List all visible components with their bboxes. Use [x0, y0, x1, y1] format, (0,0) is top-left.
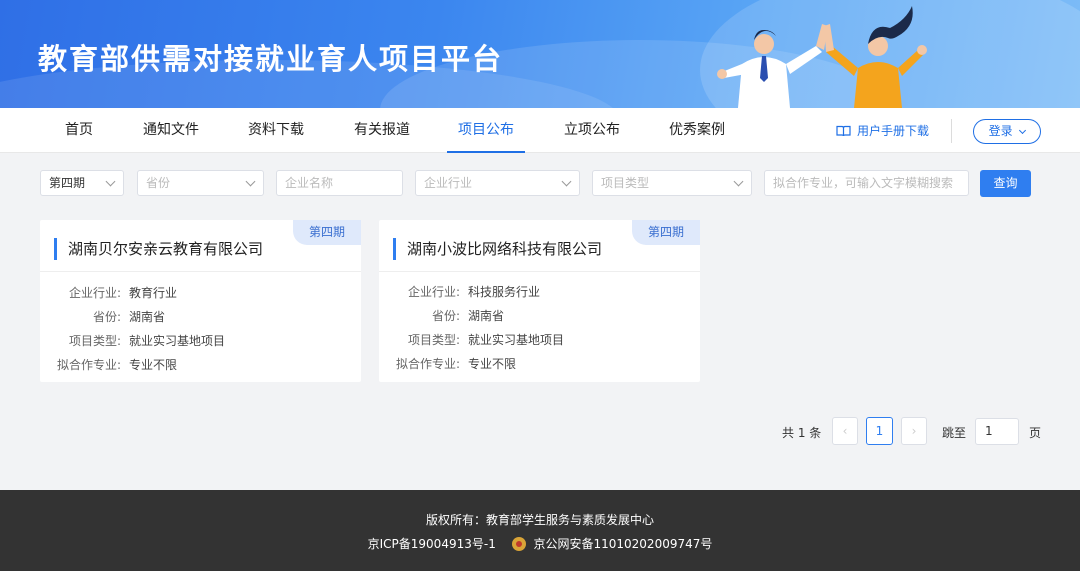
company-name-input[interactable]: 企业名称: [276, 170, 403, 196]
row-label: 项目类型:: [407, 333, 460, 347]
nav-reports[interactable]: 有关报道: [353, 108, 411, 153]
nav-notices[interactable]: 通知文件: [142, 108, 200, 153]
next-page-button[interactable]: ›: [901, 417, 927, 445]
police-record-link[interactable]: 京公网安备11010202009747号: [533, 537, 712, 551]
industry-select-placeholder: 企业行业: [424, 176, 473, 190]
row-value: 湖南省: [129, 310, 166, 324]
company-name[interactable]: 湖南小波比网络科技有限公司: [393, 238, 602, 260]
company-name-placeholder: 企业名称: [285, 176, 334, 190]
login-label: 登录: [988, 124, 1013, 138]
row-label: 拟合作专业:: [395, 357, 460, 371]
card-row-project-type: 项目类型: 就业实习基地项目: [40, 332, 225, 349]
card-row-industry: 企业行业: 教育行业: [40, 284, 177, 301]
project-type-select[interactable]: 项目类型: [592, 170, 752, 196]
card-header: 湖南小波比网络科技有限公司 第四期: [379, 220, 700, 272]
chevron-down-icon: [733, 176, 744, 187]
nav-project-announcement[interactable]: 项目公布: [447, 108, 525, 153]
project-type-placeholder: 项目类型: [601, 176, 650, 190]
main-nav: 首页 通知文件 资料下载 有关报道 项目公布 立项公布 优秀案例 用户手册下载 …: [0, 108, 1080, 153]
card-row-major: 拟合作专业: 专业不限: [379, 355, 516, 372]
chevron-down-icon: [561, 176, 572, 187]
company-name[interactable]: 湖南贝尔安亲云教育有限公司: [54, 238, 263, 260]
project-card[interactable]: 湖南贝尔安亲云教育有限公司 第四期 企业行业: 教育行业 省份: 湖南省 项目类型:…: [40, 220, 361, 382]
period-badge: 第四期: [632, 220, 700, 245]
row-value: 专业不限: [468, 357, 517, 371]
period-select-value: 第四期: [49, 176, 86, 190]
row-value: 就业实习基地项目: [468, 333, 565, 347]
row-value: 就业实习基地项目: [129, 334, 226, 348]
query-button[interactable]: 查询: [980, 170, 1031, 197]
jump-page-input[interactable]: 1: [975, 418, 1019, 445]
province-select[interactable]: 省份: [137, 170, 264, 196]
card-row-province: 省份: 湖南省: [379, 307, 504, 324]
footer-registration: 京ICP备19004913号-1 京公网安备11010202009747号: [0, 535, 1080, 552]
project-card[interactable]: 湖南小波比网络科技有限公司 第四期 企业行业: 科技服务行业 省份: 湖南省 项目类…: [379, 220, 700, 382]
site-title: 教育部供需对接就业育人项目平台: [38, 42, 504, 76]
page-1-button[interactable]: 1: [866, 417, 893, 445]
period-select[interactable]: 第四期: [40, 170, 124, 196]
row-label: 企业行业:: [407, 285, 460, 299]
page-unit-label: 页: [1029, 426, 1042, 440]
row-value: 专业不限: [129, 358, 178, 372]
row-label: 省份:: [92, 310, 121, 324]
manual-download-label: 用户手册下载: [857, 123, 930, 138]
book-icon: [836, 125, 851, 136]
row-label: 企业行业:: [68, 286, 121, 300]
chevron-down-icon: [245, 176, 256, 187]
row-label: 拟合作专业:: [56, 358, 121, 372]
major-search-placeholder: 拟合作专业，可输入文字模糊搜索: [773, 176, 954, 190]
nav-excellent-cases[interactable]: 优秀案例: [668, 108, 726, 153]
row-value: 湖南省: [468, 309, 505, 323]
industry-select[interactable]: 企业行业: [415, 170, 580, 196]
card-row-project-type: 项目类型: 就业实习基地项目: [379, 331, 564, 348]
nav-approval-announcement[interactable]: 立项公布: [563, 108, 621, 153]
police-badge-icon: [511, 536, 526, 551]
chevron-down-icon: [105, 176, 116, 187]
row-value: 教育行业: [129, 286, 178, 300]
province-select-placeholder: 省份: [146, 176, 171, 190]
footer: 版权所有：教育部学生服务与素质发展中心 京ICP备19004913号-1 京公网…: [0, 490, 1080, 571]
chevron-down-icon: [1019, 126, 1027, 135]
prev-page-button[interactable]: ‹: [832, 417, 858, 445]
nav-divider: [951, 119, 952, 143]
copyright-text: 版权所有：教育部学生服务与素质发展中心: [425, 513, 654, 527]
card-row-major: 拟合作专业: 专业不限: [40, 356, 177, 373]
jump-label: 跳至: [942, 426, 967, 440]
card-header: 湖南贝尔安亲云教育有限公司 第四期: [40, 220, 361, 272]
major-search-input[interactable]: 拟合作专业，可输入文字模糊搜索: [764, 170, 969, 196]
nav-downloads[interactable]: 资料下载: [247, 108, 305, 153]
nav-home[interactable]: 首页: [64, 108, 94, 153]
row-label: 省份:: [431, 309, 460, 323]
header-banner: 教育部供需对接就业育人项目平台: [0, 0, 1080, 108]
card-row-province: 省份: 湖南省: [40, 308, 165, 325]
row-label: 项目类型:: [68, 334, 121, 348]
card-row-industry: 企业行业: 科技服务行业: [379, 283, 540, 300]
period-badge: 第四期: [293, 220, 361, 245]
login-button[interactable]: 登录: [973, 119, 1041, 144]
manual-download-link[interactable]: 用户手册下载: [836, 108, 929, 153]
pagination-total: 共 1 条: [782, 426, 822, 440]
high-five-illustration: [717, 6, 927, 108]
row-value: 科技服务行业: [468, 285, 541, 299]
icp-link[interactable]: 京ICP备19004913号-1: [368, 537, 496, 551]
